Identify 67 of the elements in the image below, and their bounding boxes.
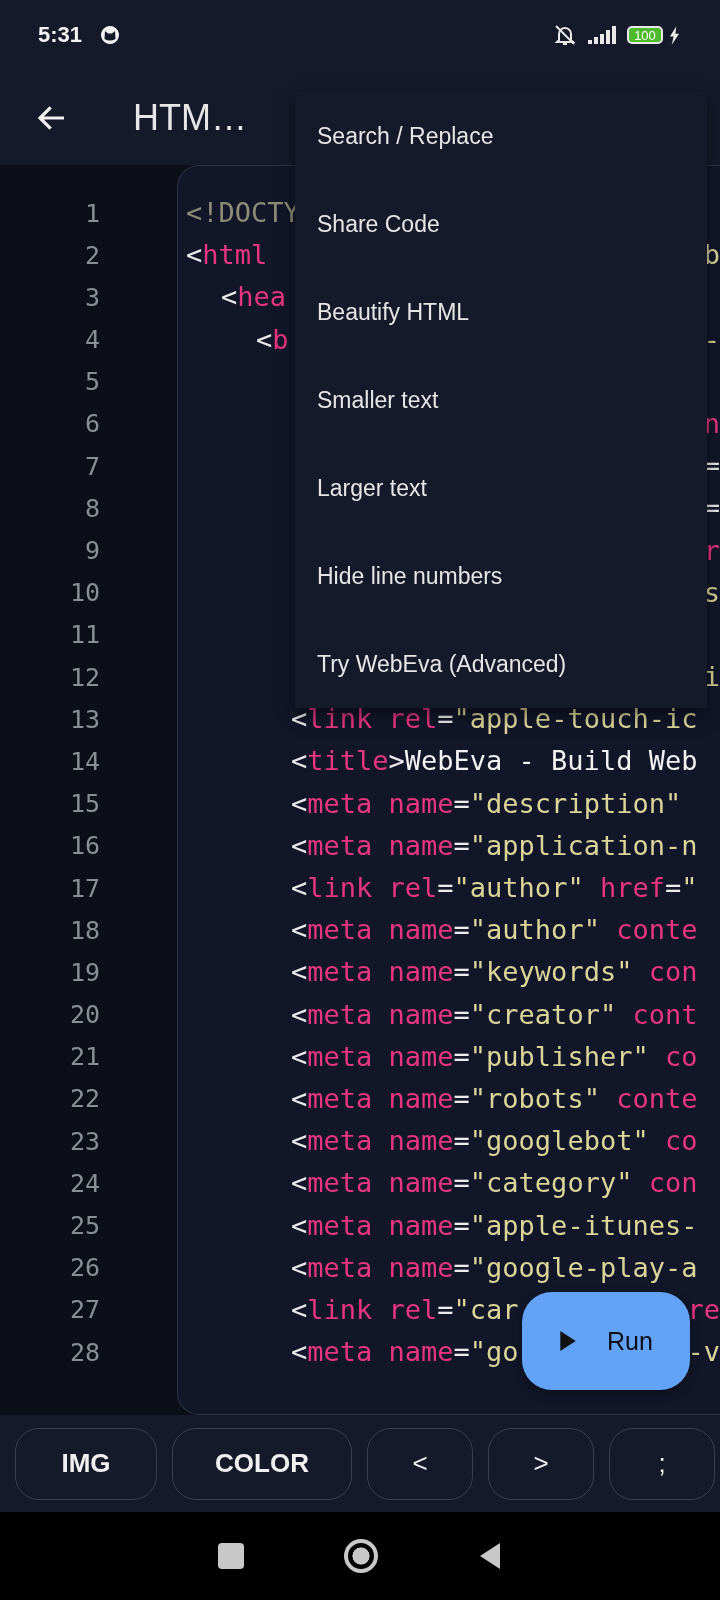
line-number: 9 (83, 535, 100, 567)
key-button[interactable]: > (488, 1427, 594, 1500)
line-number: 18 (68, 914, 100, 947)
nav-back-button[interactable] (478, 1542, 502, 1570)
run-button[interactable]: Run (522, 1292, 690, 1390)
line-number: 13 (68, 703, 100, 736)
line-number: 15 (68, 788, 100, 821)
line-number: 28 (68, 1336, 100, 1369)
menu-item[interactable]: Smaller text (295, 356, 707, 444)
bell-off-icon (553, 23, 577, 47)
line-number: 16 (68, 830, 100, 863)
line-number: 7 (83, 450, 100, 483)
line-number: 27 (68, 1294, 100, 1327)
code-line: <meta name="category" con (291, 1166, 698, 1201)
code-line: <meta name="application-n (291, 828, 698, 863)
key-button[interactable]: ; (609, 1427, 715, 1500)
key-button[interactable]: < (367, 1427, 473, 1500)
menu-item[interactable]: Search / Replace (295, 92, 707, 180)
cat-icon (100, 25, 121, 45)
play-icon (559, 1330, 578, 1352)
signal-icon (587, 25, 617, 45)
code-line: <meta name="robots" conte (291, 1081, 698, 1116)
line-number: 20 (68, 999, 100, 1032)
line-number: 14 (68, 745, 100, 778)
line-number: 11 (68, 619, 100, 652)
code-line: <hea (221, 280, 287, 315)
line-number: 26 (68, 1252, 100, 1285)
code-line: <link rel="author" href=" (291, 871, 698, 905)
line-number: 17 (68, 872, 100, 905)
line-number: 3 (83, 281, 100, 314)
code-line: <meta name="author" conte (291, 913, 698, 948)
menu-item[interactable]: Larger text (295, 444, 707, 532)
code-line: <meta name="creator" cont (291, 997, 698, 1032)
line-number: 21 (68, 1041, 100, 1074)
battery-percentage: 100 (634, 28, 656, 42)
line-number: 23 (68, 1125, 100, 1158)
code-line: <meta name="go (291, 1335, 519, 1370)
charging-icon (669, 25, 680, 45)
code-line: <meta name="publisher" co (291, 1039, 698, 1074)
status-time: 5:31 (38, 22, 83, 48)
code-line: <title>WebEva - Build Web (291, 744, 698, 779)
line-number: 22 (68, 1083, 100, 1116)
line-number: 2 (83, 239, 100, 272)
line-number: 6 (83, 408, 100, 441)
line-number: 4 (83, 324, 100, 357)
screen-title: HTM… (133, 96, 247, 139)
code-line: <b (256, 322, 289, 357)
code-line: <meta name="description" (291, 786, 682, 821)
key-button[interactable]: IMG (15, 1427, 157, 1500)
line-number: 25 (68, 1210, 100, 1242)
line-number: 12 (68, 661, 100, 694)
line-number: 1 (83, 197, 100, 230)
home-button[interactable] (344, 1539, 378, 1573)
line-number: 10 (68, 577, 100, 610)
code-line: <html (186, 238, 268, 273)
line-number: 19 (68, 956, 100, 989)
code-line: <link rel="car (291, 1292, 519, 1327)
line-number: 8 (83, 492, 100, 525)
key-button[interactable]: COLOR (172, 1427, 352, 1500)
code-line: <meta name="apple-itunes- (291, 1208, 698, 1243)
code-line: <meta name="keywords" con (291, 955, 698, 990)
code-fragment: -v (687, 1335, 720, 1370)
line-number: 24 (68, 1167, 100, 1200)
code-line: <meta name="googlebot" co (291, 1124, 698, 1159)
code-fragment: re (687, 1292, 720, 1327)
line-number: 5 (83, 366, 100, 399)
code-line: <meta name="google-play-a (291, 1250, 698, 1285)
